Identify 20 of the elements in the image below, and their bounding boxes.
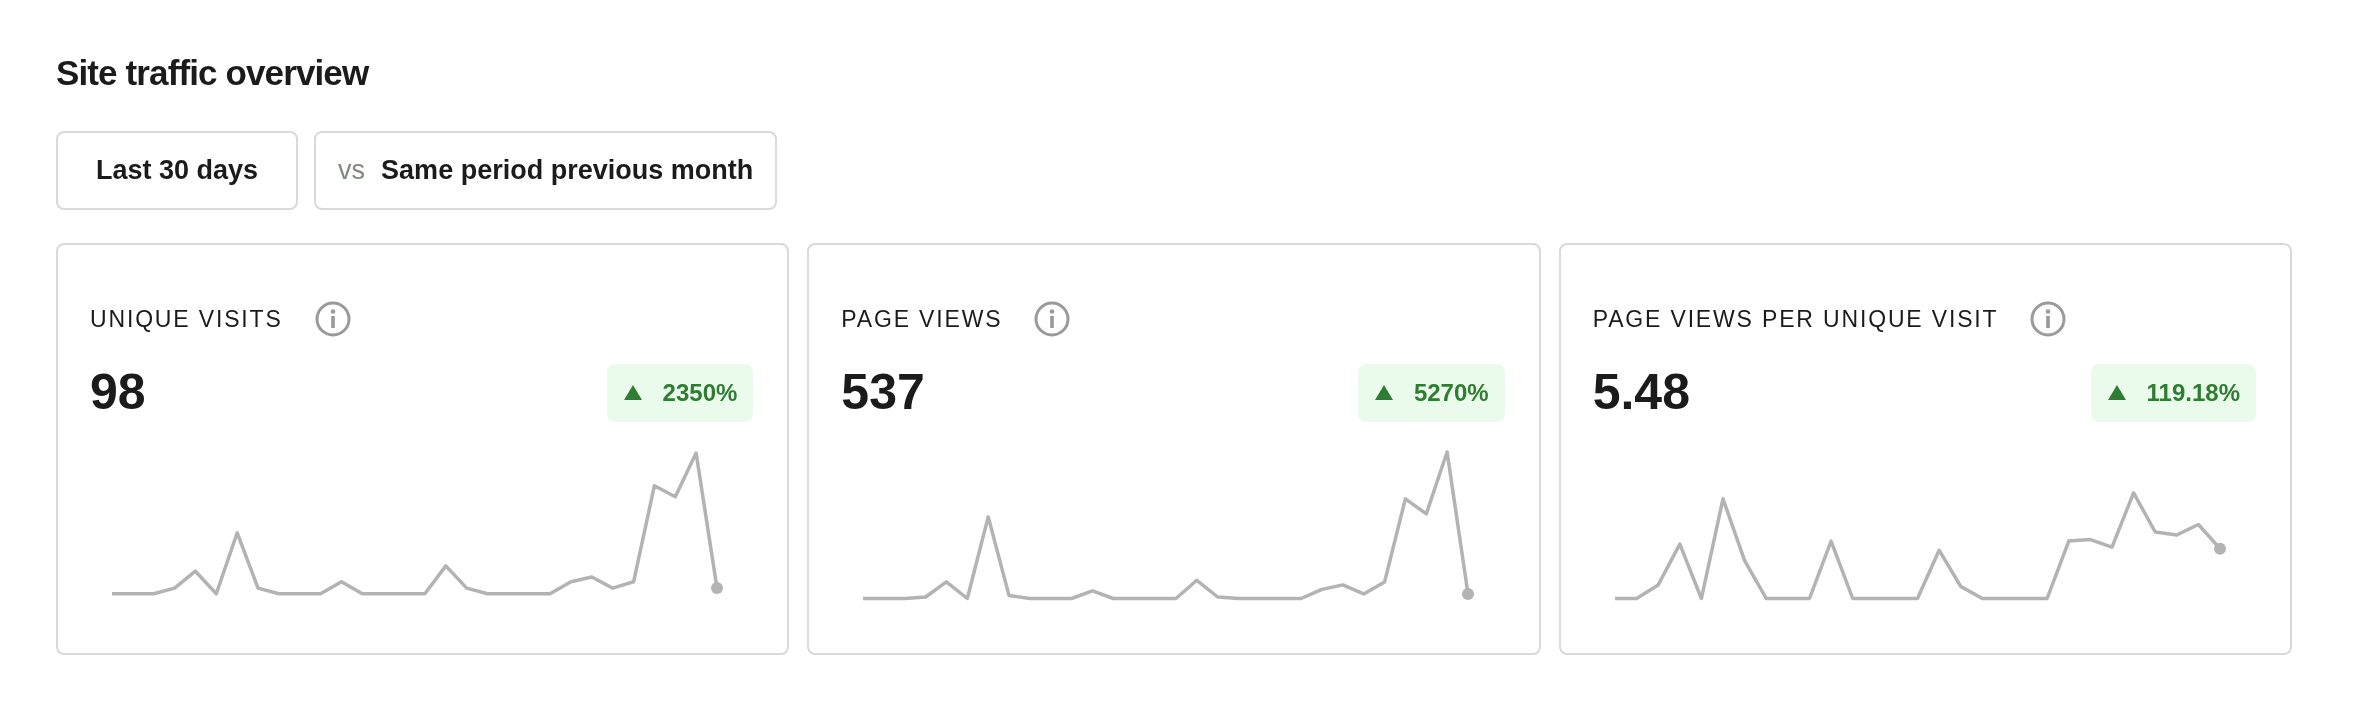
metric-value: 5.48: [1592, 363, 1690, 422]
up-triangle-icon: [1373, 384, 1394, 401]
info-icon[interactable]: [2030, 301, 2067, 337]
change-value: 119.18%: [2146, 377, 2240, 408]
up-triangle-icon: [2106, 384, 2127, 401]
metric-value: 98: [90, 363, 146, 422]
comparison-selector[interactable]: vs Same period previous month: [314, 131, 778, 210]
change-value: 5270%: [1413, 377, 1489, 408]
metric-label: UNIQUE VISITS: [90, 304, 283, 334]
metric-label: PAGE VIEWS: [841, 304, 1003, 334]
up-triangle-icon: [622, 384, 643, 401]
page-title: Site traffic overview: [56, 55, 370, 90]
comparison-label: Same period previous month: [381, 154, 754, 188]
change-value: 2350%: [662, 377, 738, 408]
vs-label: vs: [338, 154, 366, 188]
period-selector[interactable]: Last 30 days: [56, 131, 299, 210]
info-icon[interactable]: [314, 301, 351, 337]
metric-label: PAGE VIEWS PER UNIQUE VISIT: [1592, 304, 1999, 334]
info-icon[interactable]: [1034, 301, 1071, 337]
metric-value: 537: [841, 363, 925, 422]
